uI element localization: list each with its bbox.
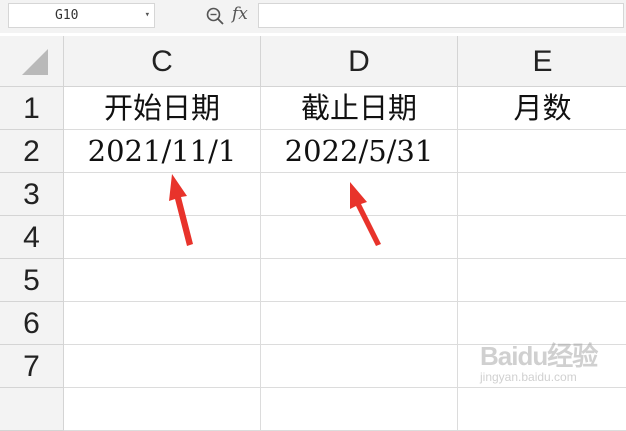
cell-c7[interactable] [64, 345, 261, 388]
zoom-icon[interactable] [205, 6, 225, 26]
row-header-3[interactable]: 3 [0, 173, 64, 216]
select-all-corner[interactable] [0, 36, 64, 87]
column-header-c[interactable]: C [64, 36, 261, 87]
baidu-jingyan-watermark: Baidu经验 jingyan.baidu.com [470, 330, 626, 390]
cell-d8[interactable] [261, 388, 458, 431]
cell-e1[interactable]: 月数 [458, 87, 626, 130]
row-header-6[interactable]: 6 [0, 302, 64, 345]
cell-d7[interactable] [261, 345, 458, 388]
select-all-triangle-icon [22, 49, 48, 75]
cell-c1[interactable]: 开始日期 [64, 87, 261, 130]
formula-input[interactable] [258, 3, 624, 28]
cell-c8[interactable] [64, 388, 261, 431]
cell-e4[interactable] [458, 216, 626, 259]
red-arrow-icon [169, 174, 193, 246]
cell-e5[interactable] [458, 259, 626, 302]
watermark-url: jingyan.baidu.com [480, 370, 577, 384]
row-header-5[interactable]: 5 [0, 259, 64, 302]
cell-d5[interactable] [261, 259, 458, 302]
cell-d2[interactable]: 2022/5/31 [261, 130, 458, 173]
column-header-e[interactable]: E [458, 36, 626, 87]
row-header-1[interactable]: 1 [0, 87, 64, 130]
row-header-2[interactable]: 2 [0, 130, 64, 173]
name-box[interactable]: G10 ▾ [8, 3, 155, 28]
cell-c6[interactable] [64, 302, 261, 345]
cell-e2[interactable] [458, 130, 626, 173]
name-box-value: G10 [55, 8, 79, 23]
row-header-7[interactable]: 7 [0, 345, 64, 388]
cell-e8[interactable] [458, 388, 626, 431]
cell-e3[interactable] [458, 173, 626, 216]
cell-c2[interactable]: 2021/11/1 [64, 130, 261, 173]
row-header-4[interactable]: 4 [0, 216, 64, 259]
chevron-down-icon[interactable]: ▾ [145, 4, 150, 27]
watermark-brand: Baidu经验 [480, 341, 598, 371]
column-header-d[interactable]: D [261, 36, 458, 87]
red-arrow-icon [350, 182, 381, 246]
row-header-8[interactable] [0, 388, 64, 431]
cell-d6[interactable] [261, 302, 458, 345]
fx-icon[interactable]: fx [232, 4, 248, 24]
formula-bar: G10 ▾ fx [0, 0, 626, 33]
cell-c5[interactable] [64, 259, 261, 302]
cell-d1[interactable]: 截止日期 [261, 87, 458, 130]
